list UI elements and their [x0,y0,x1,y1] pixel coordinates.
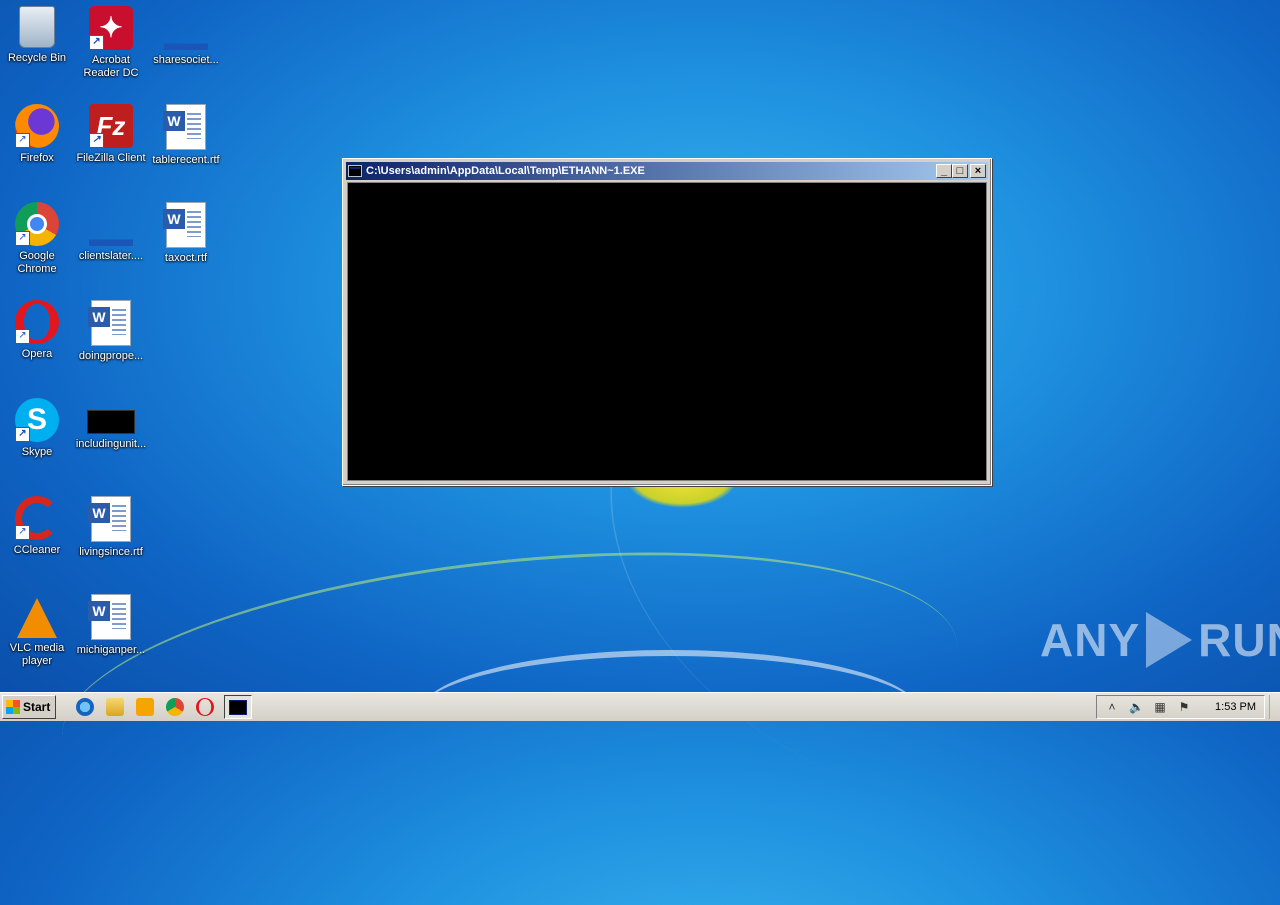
console-app-icon [229,699,248,715]
desktop-icon-label: livingsince.rtf [79,546,143,558]
desktop-icon-clientslater[interactable]: clientslater.... [74,202,148,263]
internet-explorer-icon[interactable] [76,698,95,716]
skype-icon: S ↗ [15,398,59,442]
word-doc-icon: W [88,594,131,640]
desktop-icon-label: tablerecent.rtf [152,154,220,166]
desktop-icon-livingsince[interactable]: W livingsince.rtf [74,496,148,559]
console-window[interactable]: C:\Users\admin\AppData\Local\Temp\ETHANN… [342,158,992,486]
desktop-icon-label: Opera [21,348,53,360]
desktop-icon-label: doingprope... [78,350,144,362]
desktop-icon-label: taxoct.rtf [164,252,208,264]
maximize-button[interactable]: □ [952,164,968,178]
taskbar-console-button[interactable] [224,695,253,719]
play-icon [1146,612,1193,668]
desktop-icon-chrome[interactable]: ↗ Google Chrome [0,202,74,276]
network-icon[interactable]: ▦ [1153,700,1167,714]
opera-icon[interactable] [196,698,215,716]
firefox-icon: ↗ [15,104,59,148]
desktop-icon-label: Recycle Bin [7,52,67,64]
desktop-icon-label: michiganper... [76,644,146,656]
desktop-icon-label: Acrobat Reader DC [83,54,139,79]
desktop-icon-opera[interactable]: ↗ Opera [0,300,74,361]
desktop-icon-taxoct[interactable]: W taxoct.rtf [149,202,223,265]
start-button[interactable]: Start [2,695,57,719]
word-doc-icon: W [163,202,206,248]
console-output-area[interactable] [347,182,987,481]
desktop-icon-label: Skype [21,446,53,458]
quick-launch [76,698,215,716]
desktop-icon-doingprope[interactable]: W doingprope... [74,300,148,363]
window-title: C:\Users\admin\AppData\Local\Temp\ETHANN… [366,165,645,177]
desktop-icon-firefox[interactable]: ↗ Firefox [0,104,74,165]
chrome-icon[interactable] [166,698,185,716]
desktop-icon-label: includingunit... [75,438,147,450]
blank-file-icon [89,202,133,246]
close-button[interactable]: × [970,164,986,178]
desktop-icon-acrobat[interactable]: ✦ ↗ Acrobat Reader DC [74,6,148,80]
word-doc-icon: W [88,300,131,346]
desktop-icon-label: FileZilla Client [76,152,146,164]
desktop-icon-label: sharesociet... [153,54,219,66]
desktop-icon-sharesociet[interactable]: sharesociet... [149,6,223,67]
opera-icon: ↗ [15,300,59,344]
desktop-icon-label: Firefox [20,152,54,164]
desktop-icon-includingunit[interactable]: includingunit... [74,398,148,451]
desktop-icon-recycle-bin[interactable]: Recycle Bin [0,6,74,65]
system-tray: ˄ 🔈 ▦ ⚑ 1:53 PM [1096,695,1265,719]
desktop-icon-vlc[interactable]: VLC media player [0,594,74,668]
anyrun-watermark: ANY RUN [1040,612,1280,668]
explorer-icon[interactable] [106,698,125,716]
clock[interactable]: 1:53 PM [1215,701,1256,713]
console-app-icon[interactable] [348,165,362,177]
desktop-icon-label: clientslater.... [78,250,144,262]
start-label: Start [23,700,51,714]
window-titlebar[interactable]: C:\Users\admin\AppData\Local\Temp\ETHANN… [346,162,988,180]
show-hidden-icons-icon[interactable]: ˄ [1105,700,1119,714]
action-center-flag-icon[interactable]: ⚑ [1177,700,1191,714]
recycle-bin-icon [19,6,55,48]
minimize-button[interactable]: _ [936,164,952,178]
acrobat-icon: ✦ ↗ [89,6,133,50]
taskbar: Start ˄ 🔈 ▦ ⚑ 1:53 PM [0,692,1280,721]
black-file-icon [87,410,135,434]
desktop-icon-tablerecent[interactable]: W tablerecent.rtf [149,104,223,167]
desktop-icon-label: Google Chrome [17,250,57,275]
show-desktop-button[interactable] [1269,695,1278,719]
watermark-text-right: RUN [1198,614,1280,666]
blank-file-icon [164,6,208,50]
desktop-icon-ccleaner[interactable]: ↗ CCleaner [0,496,74,557]
watermark-text-left: ANY [1040,614,1141,666]
desktop-icon-filezilla[interactable]: Fz ↗ FileZilla Client [74,104,148,165]
ccleaner-icon: ↗ [15,496,59,540]
word-doc-icon: W [163,104,206,150]
media-player-icon[interactable] [136,698,155,716]
windows-logo-icon [6,700,20,714]
filezilla-icon: Fz ↗ [89,104,133,148]
chrome-icon: ↗ [15,202,59,246]
desktop-icon-label: CCleaner [13,544,61,556]
desktop-icon-label: VLC media player [9,642,65,667]
desktop-icon-skype[interactable]: S ↗ Skype [0,398,74,459]
vlc-icon [17,598,57,638]
desktop-icon-michiganper[interactable]: W michiganper... [74,594,148,657]
word-doc-icon: W [88,496,131,542]
volume-icon[interactable]: 🔈 [1129,700,1144,714]
